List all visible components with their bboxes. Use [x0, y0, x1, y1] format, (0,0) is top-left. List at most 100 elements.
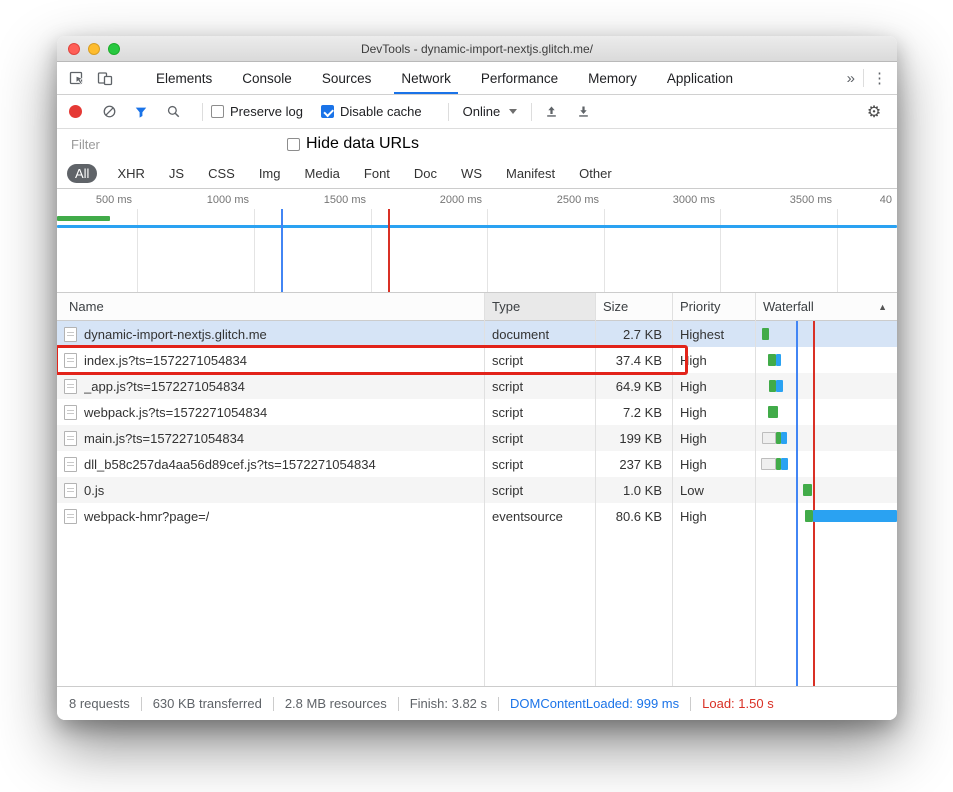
column-header-priority[interactable]: Priority [672, 293, 755, 320]
tab-sources[interactable]: Sources [307, 62, 387, 94]
tab-memory[interactable]: Memory [573, 62, 652, 94]
hide-data-urls-checkbox[interactable]: Hide data URLs [287, 135, 419, 153]
more-tabs-chevron-icon[interactable]: » [847, 70, 855, 87]
devtools-tabs: ElementsConsoleSourcesNetworkPerformance… [141, 62, 748, 94]
table-row[interactable]: dynamic-import-nextjs.glitch.me document… [57, 321, 897, 347]
status-separator [273, 697, 274, 711]
zoom-button[interactable] [108, 43, 120, 55]
waterfall-bar-green [776, 432, 781, 444]
type-filter-all[interactable]: All [67, 164, 97, 183]
request-name: webpack-hmr?page=/ [84, 509, 209, 524]
network-toolbar: Preserve log Disable cache Online ⚙ [57, 95, 897, 129]
table-row[interactable]: index.js?ts=1572271054834 script 37.4 KB… [57, 347, 897, 373]
throttling-dropdown[interactable]: Online [463, 104, 518, 119]
table-row[interactable]: 0.js script 1.0 KB Low [57, 477, 897, 503]
devtools-tab-strip: ElementsConsoleSourcesNetworkPerformance… [57, 62, 897, 95]
type-filter-manifest[interactable]: Manifest [502, 164, 559, 183]
inspect-element-icon[interactable] [63, 62, 91, 94]
table-row[interactable]: _app.js?ts=1572271054834 script 64.9 KB … [57, 373, 897, 399]
request-size: 199 KB [595, 425, 672, 451]
titlebar[interactable]: DevTools - dynamic-import-nextjs.glitch.… [57, 36, 897, 62]
column-separator [484, 293, 485, 686]
table-row[interactable]: dll_b58c257da4aa56d89cef.js?ts=157227105… [57, 451, 897, 477]
tabbar-right-controls: » ⋮ [847, 62, 897, 94]
filter-input[interactable] [71, 137, 261, 152]
search-icon[interactable] [162, 101, 184, 123]
file-icon [64, 327, 77, 342]
status-separator [498, 697, 499, 711]
timeline-gridline [137, 209, 138, 292]
disable-cache-checkbox[interactable]: Disable cache [321, 104, 422, 119]
column-header-waterfall[interactable]: Waterfall ▲ [755, 293, 897, 320]
type-filter-doc[interactable]: Doc [410, 164, 441, 183]
devtools-menu-icon[interactable]: ⋮ [872, 69, 887, 87]
tab-console[interactable]: Console [227, 62, 307, 94]
tab-performance[interactable]: Performance [466, 62, 573, 94]
hide-data-urls-label: Hide data URLs [306, 135, 419, 153]
settings-gear-icon[interactable]: ⚙ [863, 101, 885, 123]
preserve-log-checkbox[interactable]: Preserve log [211, 104, 303, 119]
type-filter-other[interactable]: Other [575, 164, 616, 183]
record-button[interactable] [69, 105, 82, 118]
file-icon [64, 457, 77, 472]
type-filter-font[interactable]: Font [360, 164, 394, 183]
waterfall-bar-green [768, 406, 777, 418]
clear-icon[interactable] [98, 101, 120, 123]
waterfall-bar-blue [813, 510, 897, 522]
status-item: 8 requests [69, 696, 130, 711]
request-waterfall [755, 451, 897, 477]
request-name: webpack.js?ts=1572271054834 [84, 405, 267, 420]
close-button[interactable] [68, 43, 80, 55]
request-size: 7.2 KB [595, 399, 672, 425]
waterfall-bar-green [768, 354, 775, 366]
tab-network[interactable]: Network [386, 62, 466, 94]
timeline-gridline [604, 209, 605, 292]
timeline-tick-label: 3500 ms [790, 194, 832, 206]
tab-application[interactable]: Application [652, 62, 748, 94]
column-header-name[interactable]: Name [57, 293, 484, 320]
table-row[interactable]: webpack-hmr?page=/ eventsource 80.6 KB H… [57, 503, 897, 529]
status-separator [690, 697, 691, 711]
timeline-overview-pane[interactable]: 500 ms1000 ms1500 ms2000 ms2500 ms3000 m… [57, 189, 897, 293]
device-toolbar-icon[interactable] [91, 62, 119, 94]
name-cell: _app.js?ts=1572271054834 [57, 373, 484, 399]
type-filter-xhr[interactable]: XHR [113, 164, 148, 183]
type-filter-media[interactable]: Media [300, 164, 343, 183]
timeline-tick-label: 1500 ms [324, 194, 366, 206]
request-type: script [484, 451, 595, 477]
filter-icon[interactable] [130, 101, 152, 123]
table-row[interactable]: main.js?ts=1572271054834 script 199 KB H… [57, 425, 897, 451]
requests-table: Name Type Size Priority Waterfall ▲ dyna… [57, 293, 897, 686]
type-filter-css[interactable]: CSS [204, 164, 239, 183]
request-waterfall [755, 399, 897, 425]
column-header-type[interactable]: Type [484, 293, 595, 320]
column-separator [672, 293, 673, 686]
request-name: index.js?ts=1572271054834 [84, 353, 247, 368]
timeline-gridline [487, 209, 488, 292]
table-body: dynamic-import-nextjs.glitch.me document… [57, 321, 897, 529]
toolbar-separator [202, 103, 203, 121]
minimize-button[interactable] [88, 43, 100, 55]
tab-elements[interactable]: Elements [141, 62, 227, 94]
request-priority: High [672, 451, 755, 477]
request-priority: High [672, 425, 755, 451]
request-size: 1.0 KB [595, 477, 672, 503]
type-filter-ws[interactable]: WS [457, 164, 486, 183]
type-filter-img[interactable]: Img [255, 164, 285, 183]
disable-cache-label: Disable cache [340, 104, 422, 119]
column-header-size[interactable]: Size [595, 293, 672, 320]
request-name: main.js?ts=1572271054834 [84, 431, 244, 446]
request-type: script [484, 425, 595, 451]
overview-load-line [388, 209, 390, 292]
type-filter-js[interactable]: JS [165, 164, 188, 183]
import-har-icon[interactable] [540, 101, 562, 123]
request-type: script [484, 373, 595, 399]
request-name: 0.js [84, 483, 104, 498]
export-har-icon[interactable] [572, 101, 594, 123]
waterfall-bar-blue [781, 432, 787, 444]
timeline-tick-label: 2500 ms [557, 194, 599, 206]
column-separator [595, 293, 596, 686]
checkbox-box [211, 105, 224, 118]
table-row[interactable]: webpack.js?ts=1572271054834 script 7.2 K… [57, 399, 897, 425]
request-priority: Highest [672, 321, 755, 347]
